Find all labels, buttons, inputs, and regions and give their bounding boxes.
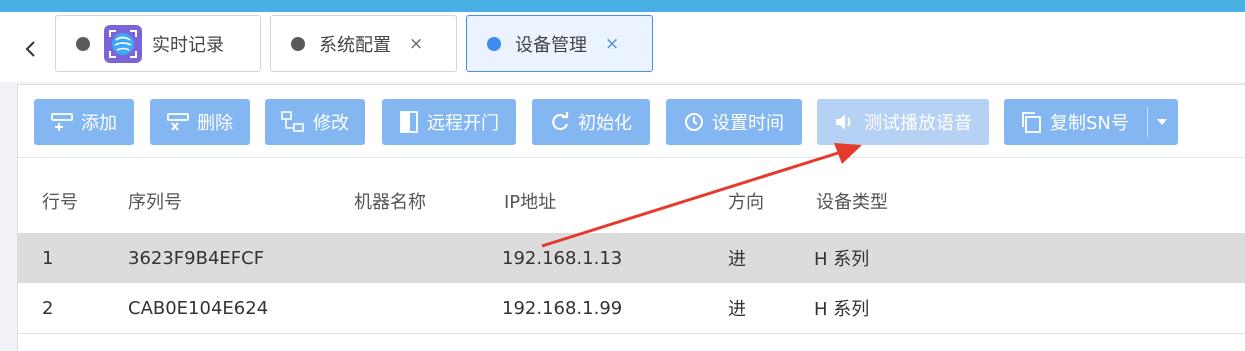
top-accent-bar [0,0,1245,12]
cell-ip: 192.168.1.13 [502,247,623,269]
cell-ip: 192.168.1.99 [502,297,623,319]
tab-status-dot [291,36,305,51]
cell-device-type: H 系列 [814,249,870,270]
tab-status-dot [76,36,90,51]
tab-system-config[interactable]: 系统配置 × [270,15,457,72]
tab-label: 设备管理 [515,34,587,56]
toolbar: 添加 删除 修改 远程开门 初始化 设置时间 测试播放语音 复制SN号 [18,85,1245,158]
column-header-row-no: 行号 [42,192,78,213]
edit-button[interactable]: 修改 [265,99,365,145]
copy-sn-button[interactable]: 复制SN号 [1004,99,1178,145]
column-header-machine-name: 机器名称 [354,192,426,213]
column-header-direction: 方向 [728,192,764,213]
remote-open-door-button[interactable]: 远程开门 [382,99,516,145]
cell-row-no: 1 [42,247,54,269]
tab-realtime-records[interactable]: 实时记录 [55,15,261,72]
chevron-left-icon [25,41,35,57]
tab-strip: 实时记录 系统配置 × 设备管理 × [0,12,1245,82]
delete-device-icon [167,113,189,131]
cell-direction: 进 [728,299,746,320]
cell-row-no: 2 [42,297,54,319]
add-button[interactable]: 添加 [34,99,134,145]
clock-icon [685,113,703,131]
tab-label: 实时记录 [152,34,224,56]
column-header-device-type: 设备类型 [816,192,888,213]
door-icon [400,111,418,133]
column-header-serial: 序列号 [128,192,182,213]
close-icon[interactable]: × [605,34,619,54]
edit-network-icon [281,111,304,132]
tab-label: 系统配置 [319,34,391,56]
cell-device-type: H 系列 [814,299,870,320]
cell-serial: 3623F9B4EFCF [128,247,265,269]
copy-icon [1022,112,1041,133]
test-voice-button[interactable]: 测试播放语音 [817,99,989,145]
split-divider [1147,107,1148,137]
refresh-icon [552,112,569,131]
tab-device-management[interactable]: 设备管理 × [466,15,653,72]
face-scan-icon [104,24,142,63]
close-icon[interactable]: × [409,34,423,54]
table-row[interactable]: 2 CAB0E104E624 192.168.1.99 进 H 系列 [18,283,1245,334]
cell-direction: 进 [728,249,746,270]
nav-back-button[interactable] [16,34,46,64]
speaker-icon [836,114,851,130]
initialize-button[interactable]: 初始化 [532,99,650,145]
cell-serial: CAB0E104E624 [128,297,269,319]
set-time-button[interactable]: 设置时间 [666,99,802,145]
caret-down-icon[interactable] [1156,118,1168,126]
tab-status-dot [487,36,501,51]
column-header-ip: IP地址 [504,192,557,213]
add-device-icon [51,113,73,131]
device-panel: 添加 删除 修改 远程开门 初始化 设置时间 测试播放语音 复制SN号 行号 序… [17,84,1245,351]
delete-button[interactable]: 删除 [150,99,250,145]
table-header: 行号 序列号 机器名称 IP地址 方向 设备类型 [18,165,1245,237]
table-row[interactable]: 1 3623F9B4EFCF 192.168.1.13 进 H 系列 [18,233,1245,283]
